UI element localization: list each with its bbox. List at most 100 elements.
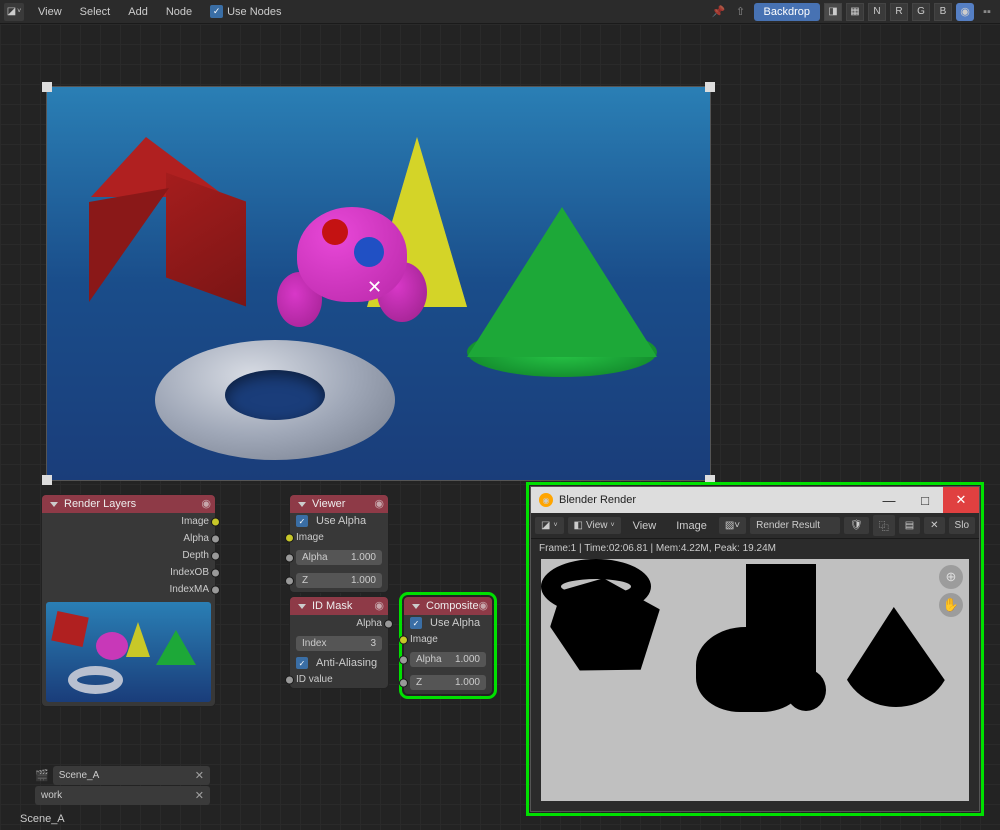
pin-icon[interactable]: 📌 <box>710 3 728 21</box>
socket-in[interactable] <box>399 678 408 687</box>
socket-in[interactable] <box>285 553 294 562</box>
input-z[interactable]: Z1.000 <box>290 569 388 592</box>
upload-icon[interactable]: ⇧ <box>732 3 750 21</box>
backdrop-handle[interactable] <box>42 475 52 485</box>
channel-btn-red[interactable]: R <box>890 3 908 21</box>
render-output[interactable]: ⊕ ✋ <box>541 559 969 801</box>
output-indexma: IndexMA <box>42 581 215 598</box>
sphere-icon: ◉ <box>374 599 384 612</box>
snap-icon[interactable]: ▪▪ <box>978 3 996 21</box>
scene-selector[interactable]: Scene_A✕ <box>53 766 210 785</box>
input-z[interactable]: Z1.000 <box>404 671 492 694</box>
use-alpha-toggle[interactable]: ✓Use Alpha <box>404 615 492 631</box>
render-cube <box>71 137 231 297</box>
node-id-mask[interactable]: ID Mask ◉ Alpha Index3 ✓Anti-Aliasing ID… <box>289 596 389 689</box>
node-title: Viewer <box>312 498 345 510</box>
socket-out[interactable] <box>211 534 220 543</box>
sphere-icon: ◉ <box>374 497 384 510</box>
use-alpha-toggle[interactable]: ✓Use Alpha <box>290 513 388 529</box>
output-alpha: Alpha <box>290 615 388 632</box>
collapse-icon[interactable] <box>298 604 306 609</box>
input-image: Image <box>404 631 492 648</box>
editor-type-icon[interactable]: ◪˅ <box>535 517 564 534</box>
remove-icon[interactable]: ✕ <box>924 517 944 534</box>
minimize-button[interactable]: — <box>871 487 907 513</box>
menu-node[interactable]: Node <box>158 3 200 21</box>
menu-view[interactable]: View <box>625 517 665 535</box>
input-alpha[interactable]: Alpha1.000 <box>290 546 388 569</box>
input-image: Image <box>290 529 388 546</box>
menu-select[interactable]: Select <box>72 3 119 21</box>
close-icon[interactable]: ✕ <box>195 789 204 802</box>
folder-icon[interactable]: ▤ <box>899 517 920 534</box>
silhouette-cone-green <box>841 607 951 707</box>
socket-in[interactable] <box>285 675 294 684</box>
close-icon[interactable]: ✕ <box>195 769 204 782</box>
channel-btn-alpha[interactable]: N <box>868 3 886 21</box>
socket-in[interactable] <box>399 655 408 664</box>
backdrop-handle[interactable] <box>42 82 52 92</box>
zoom-icon[interactable]: ⊕ <box>939 565 963 589</box>
slot-selector[interactable]: Slo <box>949 517 975 534</box>
menu-image[interactable]: Image <box>668 517 715 535</box>
collapse-icon[interactable] <box>412 604 420 609</box>
socket-in[interactable] <box>285 533 294 542</box>
window-titlebar[interactable]: ◉ Blender Render — □ ✕ <box>531 487 979 513</box>
blender-icon: ◉ <box>539 493 553 507</box>
backdrop-render[interactable]: ✕ <box>46 86 711 481</box>
render-result-field[interactable]: Render Result <box>750 517 840 534</box>
render-torus <box>155 340 395 460</box>
collapse-icon[interactable] <box>298 502 306 507</box>
channel-btn-green[interactable]: G <box>912 3 930 21</box>
node-title: ID Mask <box>312 600 352 612</box>
node-header[interactable]: Viewer ◉ <box>290 495 388 513</box>
node-editor-viewport[interactable]: ✕ Render Layers ◉ Image Alpha Depth Inde… <box>0 24 1000 830</box>
socket-in[interactable] <box>399 635 408 644</box>
view-mode-dropdown[interactable]: ◧ View ˅ <box>568 517 621 534</box>
node-render-layers[interactable]: Render Layers ◉ Image Alpha Depth IndexO… <box>41 494 216 707</box>
socket-out[interactable] <box>211 568 220 577</box>
use-nodes-toggle[interactable]: ✓ Use Nodes <box>210 5 281 18</box>
socket-out[interactable] <box>211 551 220 560</box>
socket-in[interactable] <box>285 576 294 585</box>
node-editor-header: ◪˅ View Select Add Node ✓ Use Nodes 📌 ⇧ … <box>0 0 1000 24</box>
image-select[interactable]: ▨˅ <box>719 517 746 534</box>
backdrop-handle[interactable] <box>705 82 715 92</box>
channel-btn-blue[interactable]: B <box>934 3 952 21</box>
cursor-icon: ✕ <box>367 277 382 298</box>
node-header[interactable]: Render Layers ◉ <box>42 495 215 513</box>
node-header[interactable]: ID Mask ◉ <box>290 597 388 615</box>
node-preview <box>46 602 211 702</box>
maximize-button[interactable]: □ <box>907 487 943 513</box>
channel-btn-color[interactable]: ▦ <box>846 3 864 21</box>
anti-aliasing-toggle[interactable]: ✓Anti-Aliasing <box>290 655 388 671</box>
menu-view[interactable]: View <box>30 3 70 21</box>
output-depth: Depth <box>42 547 215 564</box>
node-composite[interactable]: Composite ◉ ✓Use Alpha Image Alpha1.000 … <box>403 596 493 695</box>
use-nodes-label: Use Nodes <box>227 6 281 18</box>
editor-type-icon[interactable]: ◪˅ <box>4 3 24 21</box>
index-field[interactable]: Index3 <box>290 632 388 655</box>
render-window[interactable]: ◉ Blender Render — □ ✕ ◪˅ ◧ View ˅ View … <box>530 486 980 812</box>
channel-btn-combined[interactable]: ◨ <box>824 3 842 21</box>
sphere-icon: ◉ <box>201 497 211 510</box>
node-title: Composite <box>426 600 479 612</box>
socket-out[interactable] <box>211 585 220 594</box>
input-alpha[interactable]: Alpha1.000 <box>404 648 492 671</box>
output-image: Image <box>42 513 215 530</box>
node-header[interactable]: Composite ◉ <box>404 597 492 615</box>
close-button[interactable]: ✕ <box>943 487 979 513</box>
blender-logo-icon[interactable]: ◉ <box>956 3 974 21</box>
copy-icon[interactable]: ⿻ <box>873 515 895 536</box>
socket-out[interactable] <box>384 619 393 628</box>
backdrop-handle[interactable] <box>705 475 715 485</box>
workspace-selector[interactable]: work✕ <box>35 786 210 805</box>
shield-icon[interactable]: 🛡 <box>844 517 869 534</box>
backdrop-button[interactable]: Backdrop <box>754 3 820 21</box>
menu-add[interactable]: Add <box>120 3 156 21</box>
collapse-icon[interactable] <box>50 502 58 507</box>
pan-icon[interactable]: ✋ <box>939 593 963 617</box>
output-indexob: IndexOB <box>42 564 215 581</box>
node-viewer[interactable]: Viewer ◉ ✓Use Alpha Image Alpha1.000 Z1.… <box>289 494 389 593</box>
socket-out[interactable] <box>211 517 220 526</box>
